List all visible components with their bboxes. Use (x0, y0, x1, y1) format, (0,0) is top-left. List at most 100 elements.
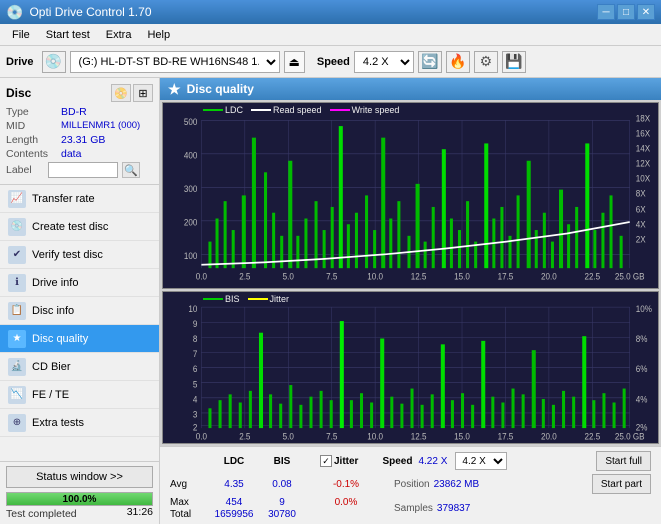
position-info: Position 23862 MB (394, 479, 479, 490)
svg-text:6: 6 (193, 364, 198, 375)
label-btn[interactable]: 🔍 (122, 162, 140, 178)
svg-text:2.5: 2.5 (239, 431, 250, 442)
label-key: Label (6, 164, 44, 176)
nav-create-test-disc[interactable]: 💿 Create test disc (0, 213, 159, 241)
svg-text:12.5: 12.5 (411, 431, 427, 442)
total-ldc: 1659956 (210, 509, 258, 520)
nav-label-drive-info: Drive info (32, 277, 78, 289)
fe-te-icon: 📉 (8, 386, 26, 404)
refresh-button[interactable]: 🔄 (418, 51, 442, 73)
svg-text:6%: 6% (636, 364, 648, 375)
dq-icon: ★ (168, 81, 181, 98)
menu-start-test[interactable]: Start test (38, 27, 98, 43)
jitter-checkbox[interactable]: ✓ (320, 455, 332, 467)
svg-text:9: 9 (193, 318, 198, 329)
settings-button[interactable]: ⚙ (474, 51, 498, 73)
nav-drive-info[interactable]: ℹ Drive info (0, 269, 159, 297)
nav-extra-tests[interactable]: ⊕ Extra tests (0, 409, 159, 437)
drive-select[interactable]: (G:) HL-DT-ST BD-RE WH16NS48 1.D3 (70, 51, 280, 73)
samples-val: 379837 (437, 503, 470, 514)
disc-icon-btn1[interactable]: 📀 (111, 84, 131, 102)
action-buttons: Start full (596, 451, 651, 471)
drive-info-icon: ℹ (8, 274, 26, 292)
main-layout: Disc 📀 ⊞ Type BD-R MID MILLENMR1 (000) L… (0, 78, 661, 524)
status-window-btn[interactable]: Status window >> (6, 466, 153, 488)
jitter-check-container[interactable]: ✓ Jitter (320, 455, 358, 467)
svg-text:200: 200 (184, 217, 198, 228)
create-test-disc-icon: 💿 (8, 218, 26, 236)
avg-bis: 0.08 (262, 479, 302, 490)
nav-fe-te[interactable]: 📉 FE / TE (0, 381, 159, 409)
eject-button[interactable]: ⏏ (284, 51, 305, 73)
disc-section-label: Disc (6, 86, 31, 100)
extra-tests-icon: ⊕ (8, 414, 26, 432)
mid-val: MILLENMR1 (000) (61, 120, 140, 132)
menu-file[interactable]: File (4, 27, 38, 43)
menu-extra[interactable]: Extra (98, 27, 140, 43)
speed-select[interactable]: 4.2 X (354, 51, 414, 73)
label-input[interactable] (48, 162, 118, 178)
svg-text:6X: 6X (636, 204, 646, 215)
svg-text:20.0: 20.0 (541, 431, 557, 442)
legend-bis: BIS (225, 294, 240, 304)
status-bar-sidebar: Status window >> 100.0% Test completed 3… (0, 461, 159, 524)
title-bar: 💿 Opti Drive Control 1.70 ─ □ ✕ (0, 0, 661, 24)
app-icon: 💿 (6, 4, 23, 21)
nav-verify-test-disc[interactable]: ✔ Verify test disc (0, 241, 159, 269)
app-title: Opti Drive Control 1.70 (29, 5, 151, 19)
max-ldc: 454 (210, 497, 258, 508)
disc-quality-header: ★ Disc quality (160, 78, 661, 100)
burn-button[interactable]: 🔥 (446, 51, 470, 73)
nav-label-transfer-rate: Transfer rate (32, 193, 95, 205)
start-full-button[interactable]: Start full (596, 451, 651, 471)
svg-text:500: 500 (184, 116, 198, 127)
max-label: Max (170, 497, 206, 508)
nav-label-cd-bier: CD Bier (32, 361, 71, 373)
menu-help[interactable]: Help (139, 27, 178, 43)
svg-text:400: 400 (184, 150, 198, 161)
window-controls: ─ □ ✕ (597, 4, 655, 20)
disc-icon-btn2[interactable]: ⊞ (133, 84, 153, 102)
speed-val: 4.22 X (418, 456, 447, 467)
nav-transfer-rate[interactable]: 📈 Transfer rate (0, 185, 159, 213)
cd-bier-icon: 🔬 (8, 358, 26, 376)
svg-text:18X: 18X (636, 113, 651, 124)
nav-label-disc-info: Disc info (32, 305, 74, 317)
close-button[interactable]: ✕ (637, 4, 655, 20)
nav-cd-bier[interactable]: 🔬 CD Bier (0, 353, 159, 381)
avg-label: Avg (170, 479, 206, 490)
nav-disc-info[interactable]: 📋 Disc info (0, 297, 159, 325)
svg-text:7.5: 7.5 (326, 431, 337, 442)
svg-text:4%: 4% (636, 394, 648, 405)
svg-text:20.0: 20.0 (541, 271, 557, 282)
drive-icon-btn[interactable]: 💿 (42, 51, 66, 73)
svg-text:16X: 16X (636, 128, 651, 139)
sidebar: Disc 📀 ⊞ Type BD-R MID MILLENMR1 (000) L… (0, 78, 160, 524)
start-part-button[interactable]: Start part (592, 474, 651, 494)
svg-text:12.5: 12.5 (411, 271, 427, 282)
maximize-button[interactable]: □ (617, 4, 635, 20)
ldc-header: LDC (210, 456, 258, 467)
avg-ldc: 4.35 (210, 479, 258, 490)
svg-text:5.0: 5.0 (283, 271, 294, 282)
legend-write-speed: Write speed (352, 105, 400, 115)
position-label: Position (394, 479, 430, 490)
chart-top-svg: 500 400 300 200 100 18X 16X 14X 12X 10X … (163, 103, 658, 288)
contents-key: Contents (6, 148, 61, 160)
disc-info-icon: 📋 (8, 302, 26, 320)
max-jitter: 0.0% (306, 497, 386, 508)
status-time: 31:26 (127, 506, 153, 520)
svg-text:10.0: 10.0 (367, 271, 383, 282)
nav-label-disc-quality: Disc quality (32, 333, 88, 345)
nav-disc-quality[interactable]: ★ Disc quality (0, 325, 159, 353)
save-button[interactable]: 💾 (502, 51, 526, 73)
svg-text:0.0: 0.0 (196, 271, 207, 282)
svg-text:2.5: 2.5 (239, 271, 250, 282)
chart-bottom: BIS Jitter (162, 291, 659, 444)
legend-read-speed: Read speed (273, 105, 322, 115)
minimize-button[interactable]: ─ (597, 4, 615, 20)
toolbar: Drive 💿 (G:) HL-DT-ST BD-RE WH16NS48 1.D… (0, 46, 661, 78)
speed-select-stats[interactable]: 4.2 X (455, 452, 507, 470)
svg-text:10.0: 10.0 (367, 431, 383, 442)
drive-label: Drive (6, 56, 34, 68)
